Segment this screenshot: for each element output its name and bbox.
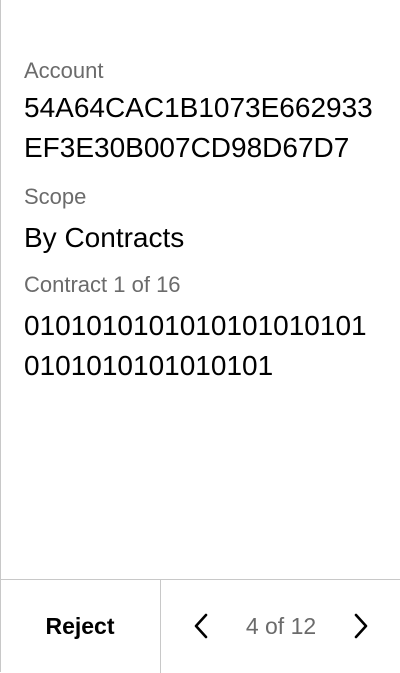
screen-left-border bbox=[0, 0, 1, 672]
pager: 4 of 12 bbox=[161, 580, 400, 673]
next-page-button[interactable] bbox=[341, 606, 381, 646]
chevron-right-icon bbox=[354, 613, 368, 639]
chevron-left-icon bbox=[194, 613, 208, 639]
previous-page-button[interactable] bbox=[181, 606, 221, 646]
account-value: 54A64CAC1B1073E662933EF3E30B007CD98D67D7 bbox=[24, 92, 373, 163]
review-content: Account 54A64CAC1B1073E662933EF3E30B007C… bbox=[24, 56, 376, 386]
contract-value: 01010101010101010101010101010101010101 bbox=[24, 310, 367, 381]
account-label: Account bbox=[24, 58, 104, 83]
reject-button[interactable]: Reject bbox=[0, 580, 161, 673]
scope-value: By Contracts bbox=[24, 222, 185, 253]
footer-bar: Reject 4 of 12 bbox=[0, 579, 400, 673]
scope-label: Scope bbox=[24, 184, 87, 209]
page-indicator: 4 of 12 bbox=[245, 612, 317, 639]
contract-label: Contract 1 of 16 bbox=[24, 272, 181, 297]
